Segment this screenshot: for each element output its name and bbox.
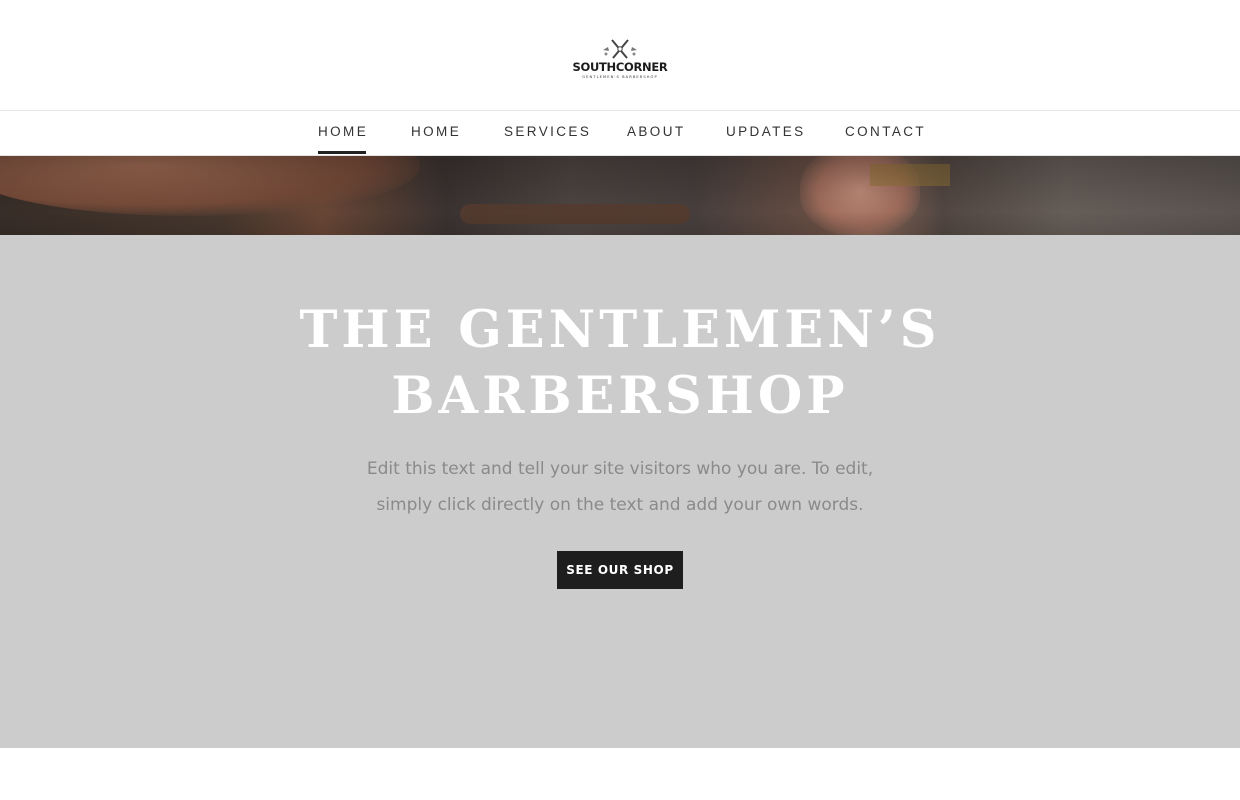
- hero-description-line-2: simply click directly on the text and ad…: [376, 495, 864, 515]
- site-logo[interactable]: SOUTHCORNER GENTLEMEN'S BARBERSHOP: [566, 38, 674, 84]
- see-our-shop-button[interactable]: SEE OUR SHOP: [557, 551, 683, 589]
- nav-item-home-2[interactable]: HOME: [411, 111, 461, 155]
- nav-item-updates[interactable]: UPDATES: [726, 111, 806, 155]
- hero-title-line-2: BARBERSHOP: [391, 366, 849, 426]
- main-nav: HOME HOME SERVICES ABOUT UPDATES CONTACT: [0, 111, 1240, 156]
- hero-title-line-1: THE GENTLEMEN’S: [299, 300, 941, 360]
- hero-description-line-1: Edit this text and tell your site visito…: [366, 459, 874, 479]
- nav-item-about[interactable]: ABOUT: [627, 111, 686, 155]
- hero-section: THE GENTLEMEN’S BARBERSHOP Edit this tex…: [0, 235, 1240, 748]
- crossed-razors-icon: [603, 39, 637, 59]
- nav-item-contact[interactable]: CONTACT: [845, 111, 926, 155]
- logo-tagline: GENTLEMEN'S BARBERSHOP: [582, 75, 658, 79]
- logo-name: SOUTHCORNER: [572, 60, 668, 74]
- photo-shade: [0, 156, 1240, 235]
- nav-item-services[interactable]: SERVICES: [504, 111, 591, 155]
- nav-item-home[interactable]: HOME: [318, 111, 368, 155]
- hero-description: Edit this text and tell your site visito…: [330, 451, 910, 523]
- hero-background-photo: [0, 156, 1240, 235]
- site-header: SOUTHCORNER GENTLEMEN'S BARBERSHOP: [0, 0, 1240, 111]
- hero-title: THE GENTLEMEN’S BARBERSHOP: [220, 297, 1020, 429]
